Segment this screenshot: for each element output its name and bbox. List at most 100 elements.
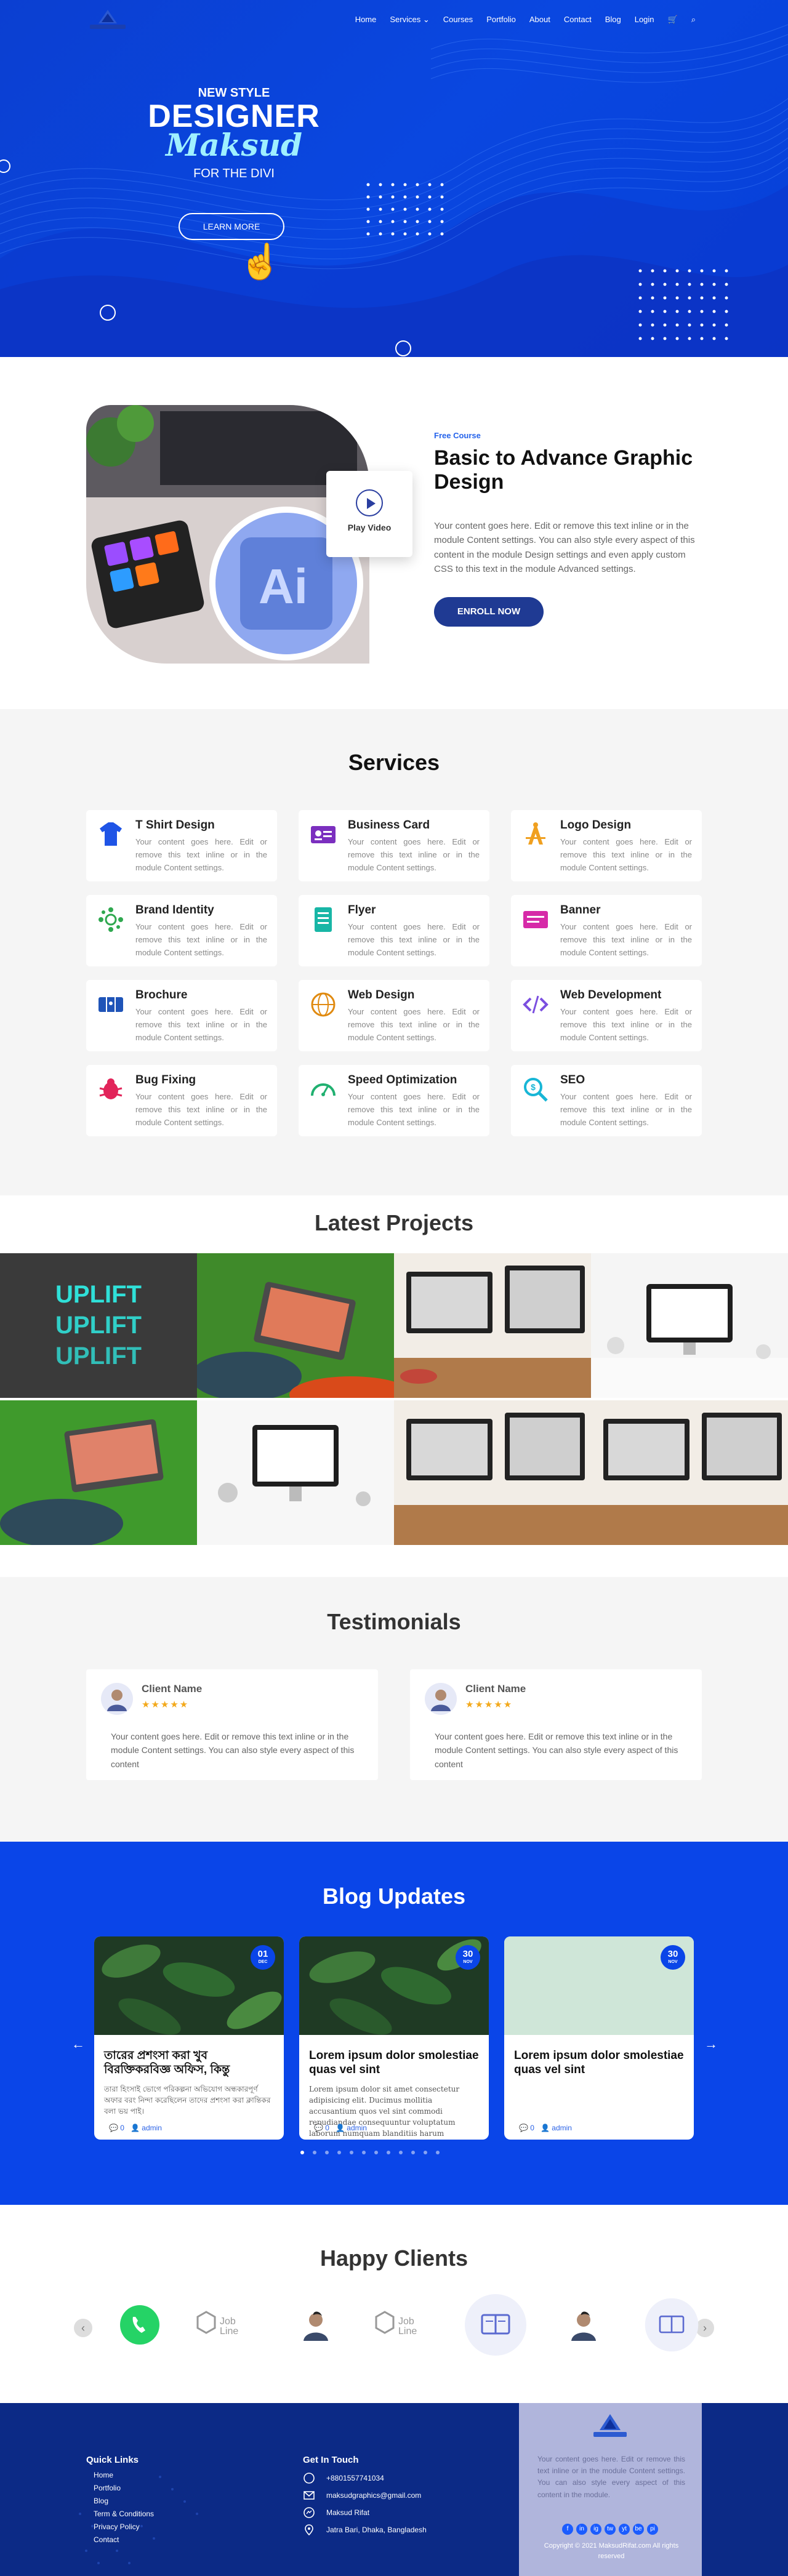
cart-icon[interactable]: 🛒 [668,15,678,25]
facebook-icon[interactable]: f [562,2524,573,2535]
nav-item-login[interactable]: Login [635,15,654,25]
service-card[interactable]: Flyer Your content goes here. Edit or rem… [299,895,489,966]
clients-prev-button[interactable]: ‹ [74,2319,92,2337]
projects-section: Latest Projects UPLIFT UPLIFT UPLIFT [0,1195,788,1577]
footer-link-portfolio[interactable]: Portfolio [94,2484,121,2492]
comment-count: 0 [325,2124,329,2132]
pagination-dot[interactable] [387,2151,390,2154]
nav-item-portfolio[interactable]: Portfolio [486,15,516,25]
pagination-dot[interactable] [411,2151,415,2154]
service-card[interactable]: Web Design Your content goes here. Edit o… [299,980,489,1051]
footer-link-blog[interactable]: Blog [94,2497,108,2505]
pagination-dot[interactable] [337,2151,341,2154]
author-link[interactable]: admin [142,2124,162,2132]
pagination-dot[interactable] [350,2151,353,2154]
blog-card[interactable]: 30 NOV Lorem ipsum dolor smolestiae quas … [299,1936,489,2140]
jobline-text: Job Line [220,2316,238,2337]
nav-item-home[interactable]: Home [355,15,377,25]
blog-card[interactable]: 30 NOV Lorem ipsum dolor smolestiae quas … [504,1936,694,2140]
service-card[interactable]: Logo Design Your content goes here. Edit … [511,810,702,881]
linkedin-icon[interactable]: in [576,2524,587,2535]
svg-text:UPLIFT: UPLIFT [55,1281,142,1308]
service-card[interactable]: Brand Identity Your content goes here. Ed… [86,895,277,966]
hero-section: Home Services ⌄ Courses Portfolio About … [0,0,788,357]
footer-link-contact[interactable]: Contact [94,2535,119,2544]
service-description: Your content goes here. Edit or remove t… [135,1007,267,1042]
blog-prev-arrow[interactable]: ← [71,2036,85,2052]
pagination-dot[interactable] [424,2151,427,2154]
nav-item-about[interactable]: About [529,15,550,25]
comment-icon: 💬 [519,2124,528,2132]
pagination-dot[interactable] [374,2151,378,2154]
twitter-icon[interactable]: tw [605,2524,616,2535]
blog-title: Blog Updates [322,1884,465,1909]
enroll-now-button[interactable]: ENROLL NOW [434,597,544,627]
project-laptop-on-grass[interactable] [197,1253,394,1398]
instagram-icon[interactable]: ig [590,2524,601,2535]
service-card[interactable]: Bug Fixing Your content goes here. Edit o… [86,1065,277,1136]
seo-icon: $ [524,1078,548,1102]
client-logo-whatsapp [106,2291,174,2359]
course-description: Your content goes here. Edit or remove t… [434,521,695,574]
blog-card[interactable]: 01 DEC তারের প্রশংসা করা খুব বিরক্তিকরবিজ… [94,1936,284,2140]
hero-headline: NEW STYLE DESIGNER Maksud FOR THE DIVI [148,86,320,181]
contact-email[interactable]: maksudgraphics@gmail.com [326,2491,421,2500]
contact-phone[interactable]: +8801557741034 [326,2474,384,2482]
project-white-desk-monitor-2[interactable] [197,1400,394,1545]
contact-messenger[interactable]: Maksud Rifat [326,2508,369,2517]
logo-design-icon [526,822,545,845]
speedometer-icon [311,1083,336,1096]
nav-item-courses[interactable]: Courses [443,15,473,25]
project-desk-monitor-3[interactable] [591,1400,788,1545]
project-laptop-on-grass-2[interactable] [0,1400,197,1545]
footer-link-home[interactable]: Home [94,2471,113,2479]
footer-link-privacy[interactable]: Privacy Policy [94,2522,140,2531]
service-card[interactable]: Web Development Your content goes here. E… [511,980,702,1051]
nav-item-services[interactable]: Services ⌄ [390,15,429,25]
pinterest-icon[interactable]: pi [647,2524,658,2535]
service-card[interactable]: Banner Your content goes here. Edit or re… [511,895,702,966]
mail-icon [304,2491,315,2500]
rating-stars: ★★★★★ [465,1699,513,1710]
client-name: Client Name [465,1683,526,1695]
client-logo-person [282,2291,350,2359]
service-description: Your content goes here. Edit or remove t… [560,837,692,872]
site-logo[interactable] [86,9,129,31]
project-desk-monitor-2[interactable] [394,1400,591,1545]
project-desk-monitor[interactable] [394,1253,591,1398]
nav-item-contact[interactable]: Contact [564,15,592,25]
service-card[interactable]: Speed Optimization Your content goes here… [299,1065,489,1136]
pagination-dot[interactable] [362,2151,366,2154]
project-uplift-mockup[interactable]: UPLIFT UPLIFT UPLIFT [0,1253,197,1398]
blog-post-meta: 💬 0 👤 admin [519,2124,572,2132]
service-card[interactable]: Business Card Your content goes here. Edi… [299,810,489,881]
pagination-dot[interactable] [325,2151,329,2154]
footer-link-terms[interactable]: Term & Conditions [94,2510,154,2518]
service-card[interactable]: $ SEO Your content goes here. Edit or remo… [511,1065,702,1136]
project-white-desk-monitor[interactable] [591,1253,788,1398]
blog-post-title[interactable]: Lorem ipsum dolor smolestiae quas vel si… [504,2038,694,2077]
youtube-icon[interactable]: yt [619,2524,630,2535]
svg-text:JobLine: Job Line [398,2316,417,2337]
service-card[interactable]: Brochure Your content goes here. Edit or … [86,980,277,1051]
author-link[interactable]: admin [347,2124,367,2132]
user-icon: 👤 [131,2124,140,2132]
client-logo-book [638,2291,706,2359]
blog-post-title[interactable]: Lorem ipsum dolor smolestiae quas vel si… [299,2038,489,2077]
author-link[interactable]: admin [552,2124,572,2132]
play-video-card[interactable]: Play Video [326,471,412,557]
blog-date-day: 30 [667,1949,678,1959]
tshirt-icon [100,822,122,846]
blog-next-arrow[interactable]: → [704,2036,718,2052]
nav-item-blog[interactable]: Blog [605,15,621,25]
learn-more-button[interactable]: LEARN MORE [179,213,284,240]
search-icon[interactable]: ⌕ [691,15,696,25]
blog-post-title[interactable]: তারের প্রশংসা করা খুব বিরক্তিকরবিজ্ঞ অফি… [94,2038,284,2077]
pagination-dot[interactable] [300,2151,304,2154]
pagination-dot[interactable] [313,2151,316,2154]
pagination-dot[interactable] [399,2151,403,2154]
behance-icon[interactable]: be [633,2524,644,2535]
service-card[interactable]: T Shirt Design Your content goes here. Ed… [86,810,277,881]
pagination-dot[interactable] [436,2151,440,2154]
service-title: Banner [560,904,601,917]
